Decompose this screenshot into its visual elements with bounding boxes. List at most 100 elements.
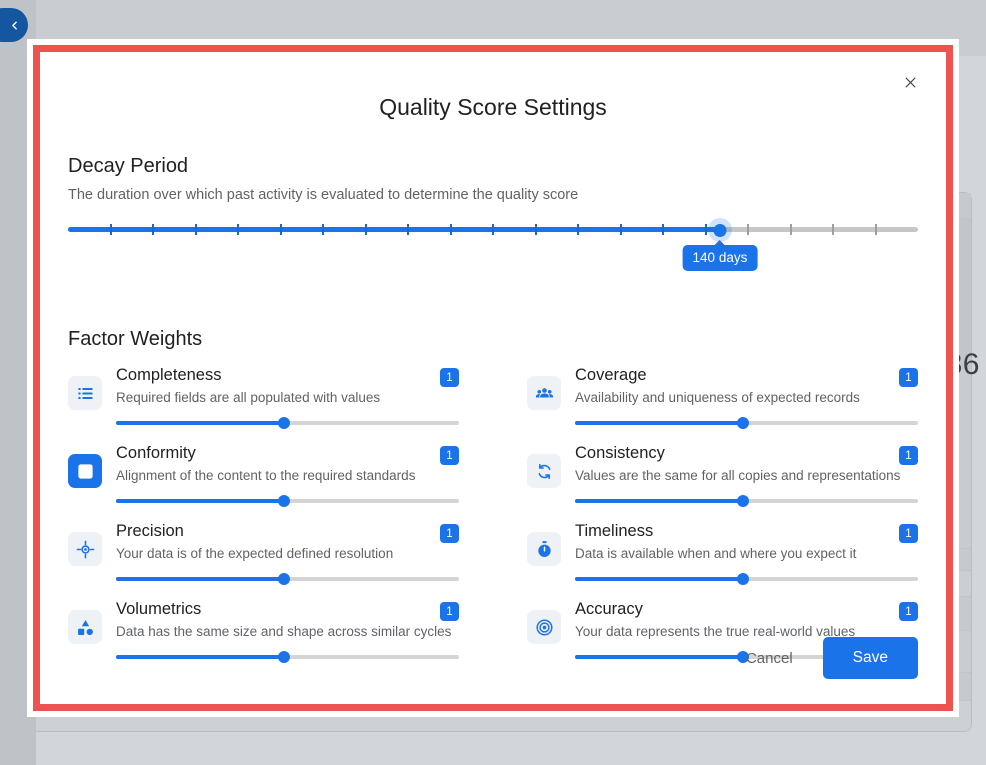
factor-row: Completeness 1 Required fields are all pop… xyxy=(68,365,459,443)
cancel-button[interactable]: Cancel xyxy=(730,640,809,677)
factor-weight-slider[interactable] xyxy=(116,572,459,586)
factor-body: Consistency 1 Values are the same for all … xyxy=(575,443,918,508)
factor-slider-fill xyxy=(575,421,744,425)
save-button[interactable]: Save xyxy=(822,637,918,679)
factor-weight-slider[interactable] xyxy=(575,416,918,430)
bullseye-icon xyxy=(527,610,561,644)
factor-weight-badge: 1 xyxy=(899,524,918,543)
factor-name: Volumetrics xyxy=(116,600,202,618)
decay-slider-tick xyxy=(364,224,367,235)
factor-weights-grid: Completeness 1 Required fields are all pop… xyxy=(68,365,918,677)
decay-slider-tick xyxy=(194,224,197,235)
decay-slider-tick xyxy=(492,224,494,235)
factor-header: Accuracy 1 xyxy=(575,599,918,621)
decay-period-description: The duration over which past activity is… xyxy=(68,187,579,203)
factor-weight-slider[interactable] xyxy=(116,494,459,508)
factor-slider-fill xyxy=(116,421,285,425)
factor-slider-fill xyxy=(116,499,285,503)
factor-description: Required fields are all populated with v… xyxy=(116,390,381,405)
factor-body: Conformity 1 Alignment of the content to t… xyxy=(116,443,459,508)
factor-weight-slider[interactable] xyxy=(575,494,918,508)
factor-row: Coverage 1 Availability and uniqueness of … xyxy=(527,365,918,443)
factor-body: Volumetrics 1 Data has the same size and s… xyxy=(116,599,459,664)
decay-slider-tick xyxy=(279,224,282,235)
factor-body: Completeness 1 Required fields are all pop… xyxy=(116,365,459,430)
chevron-left-icon xyxy=(8,19,21,32)
stopwatch-icon xyxy=(527,532,561,566)
decay-slider-tick xyxy=(237,224,239,235)
decay-period-section: Decay Period The duration over which pas… xyxy=(68,155,918,271)
factor-name: Completeness xyxy=(116,366,222,384)
factor-weight-badge: 1 xyxy=(440,524,459,543)
decay-slider-tick xyxy=(832,224,834,235)
factor-header: Conformity 1 xyxy=(116,443,459,465)
factor-row: Conformity 1 Alignment of the content to t… xyxy=(68,443,459,521)
crosshair-target-icon xyxy=(68,532,102,566)
factor-weight-badge: 1 xyxy=(440,368,459,387)
factor-weight-slider[interactable] xyxy=(116,416,459,430)
factor-slider-thumb[interactable] xyxy=(278,573,291,585)
factor-description: Availability and uniqueness of expected … xyxy=(575,390,860,405)
factor-name: Accuracy xyxy=(575,600,643,618)
shapes-category-icon xyxy=(68,610,102,644)
factor-description: Data is available when and where you exp… xyxy=(575,546,857,561)
factor-name: Consistency xyxy=(575,444,665,462)
checkbox-checked-icon xyxy=(68,454,102,488)
people-group-icon xyxy=(527,376,561,410)
factor-slider-thumb[interactable] xyxy=(737,417,750,429)
dialog-title: Quality Score Settings xyxy=(379,94,607,120)
factor-body: Coverage 1 Availability and uniqueness of … xyxy=(575,365,918,430)
decay-slider-tick xyxy=(874,224,877,235)
decay-slider-tick xyxy=(704,224,707,235)
factor-slider-thumb[interactable] xyxy=(278,417,291,429)
decay-slider-tick xyxy=(619,224,622,235)
factor-description: Values are the same for all copies and r… xyxy=(575,468,901,483)
factor-body: Timeliness 1 Data is available when and wh… xyxy=(575,521,918,586)
factor-slider-fill xyxy=(575,655,744,659)
factor-weight-slider[interactable] xyxy=(116,650,459,664)
decay-value-tooltip: 140 days xyxy=(682,245,758,271)
decay-slider-tick xyxy=(109,224,112,235)
close-icon xyxy=(903,75,918,95)
decay-slider-tick xyxy=(662,224,664,235)
factor-name: Precision xyxy=(116,522,184,540)
factor-weight-badge: 1 xyxy=(899,446,918,465)
factor-slider-fill xyxy=(575,577,744,581)
factor-header: Volumetrics 1 xyxy=(116,599,459,621)
factor-row: Timeliness 1 Data is available when and wh… xyxy=(527,521,918,599)
decay-slider-tick xyxy=(407,224,409,235)
factor-weights-heading: Factor Weights xyxy=(68,328,203,350)
factor-header: Coverage 1 xyxy=(575,365,918,387)
quality-score-settings-dialog: Quality Score Settings Decay Period The … xyxy=(40,52,946,704)
decay-slider-tick xyxy=(534,224,537,235)
factor-description: Your data is of the expected defined res… xyxy=(116,546,394,561)
factor-weight-badge: 1 xyxy=(440,602,459,621)
decay-slider-tick xyxy=(449,224,452,235)
decay-slider-tick xyxy=(577,224,579,235)
factor-row: Precision 1 Your data is of the expected d… xyxy=(68,521,459,599)
factor-weight-slider[interactable] xyxy=(575,572,918,586)
factor-slider-thumb[interactable] xyxy=(737,495,750,507)
factor-header: Timeliness 1 xyxy=(575,521,918,543)
factor-slider-thumb[interactable] xyxy=(278,651,291,663)
decay-slider-tick xyxy=(747,224,749,235)
list-icon xyxy=(68,376,102,410)
decay-slider-thumb[interactable] xyxy=(713,224,727,237)
factor-weight-badge: 1 xyxy=(899,602,918,621)
factor-header: Completeness 1 xyxy=(116,365,459,387)
decay-period-heading: Decay Period xyxy=(68,155,189,177)
factor-weight-badge: 1 xyxy=(440,446,459,465)
factor-name: Conformity xyxy=(116,444,196,462)
factor-description: Alignment of the content to the required… xyxy=(116,468,416,483)
factor-slider-thumb[interactable] xyxy=(737,573,750,585)
decay-period-slider[interactable]: 140 days xyxy=(68,218,918,271)
factor-row: Consistency 1 Values are the same for all … xyxy=(527,443,918,521)
factor-slider-thumb[interactable] xyxy=(278,495,291,507)
factor-header: Precision 1 xyxy=(116,521,459,543)
factor-weights-section: Factor Weights Completeness 1 Required fie… xyxy=(68,328,918,677)
decay-slider-tick xyxy=(152,224,154,235)
factor-slider-fill xyxy=(575,499,744,503)
factor-slider-fill xyxy=(116,655,285,659)
decay-slider-tick xyxy=(789,224,792,235)
page-root: 86 Quality Score Settings Decay Period T… xyxy=(0,0,986,765)
